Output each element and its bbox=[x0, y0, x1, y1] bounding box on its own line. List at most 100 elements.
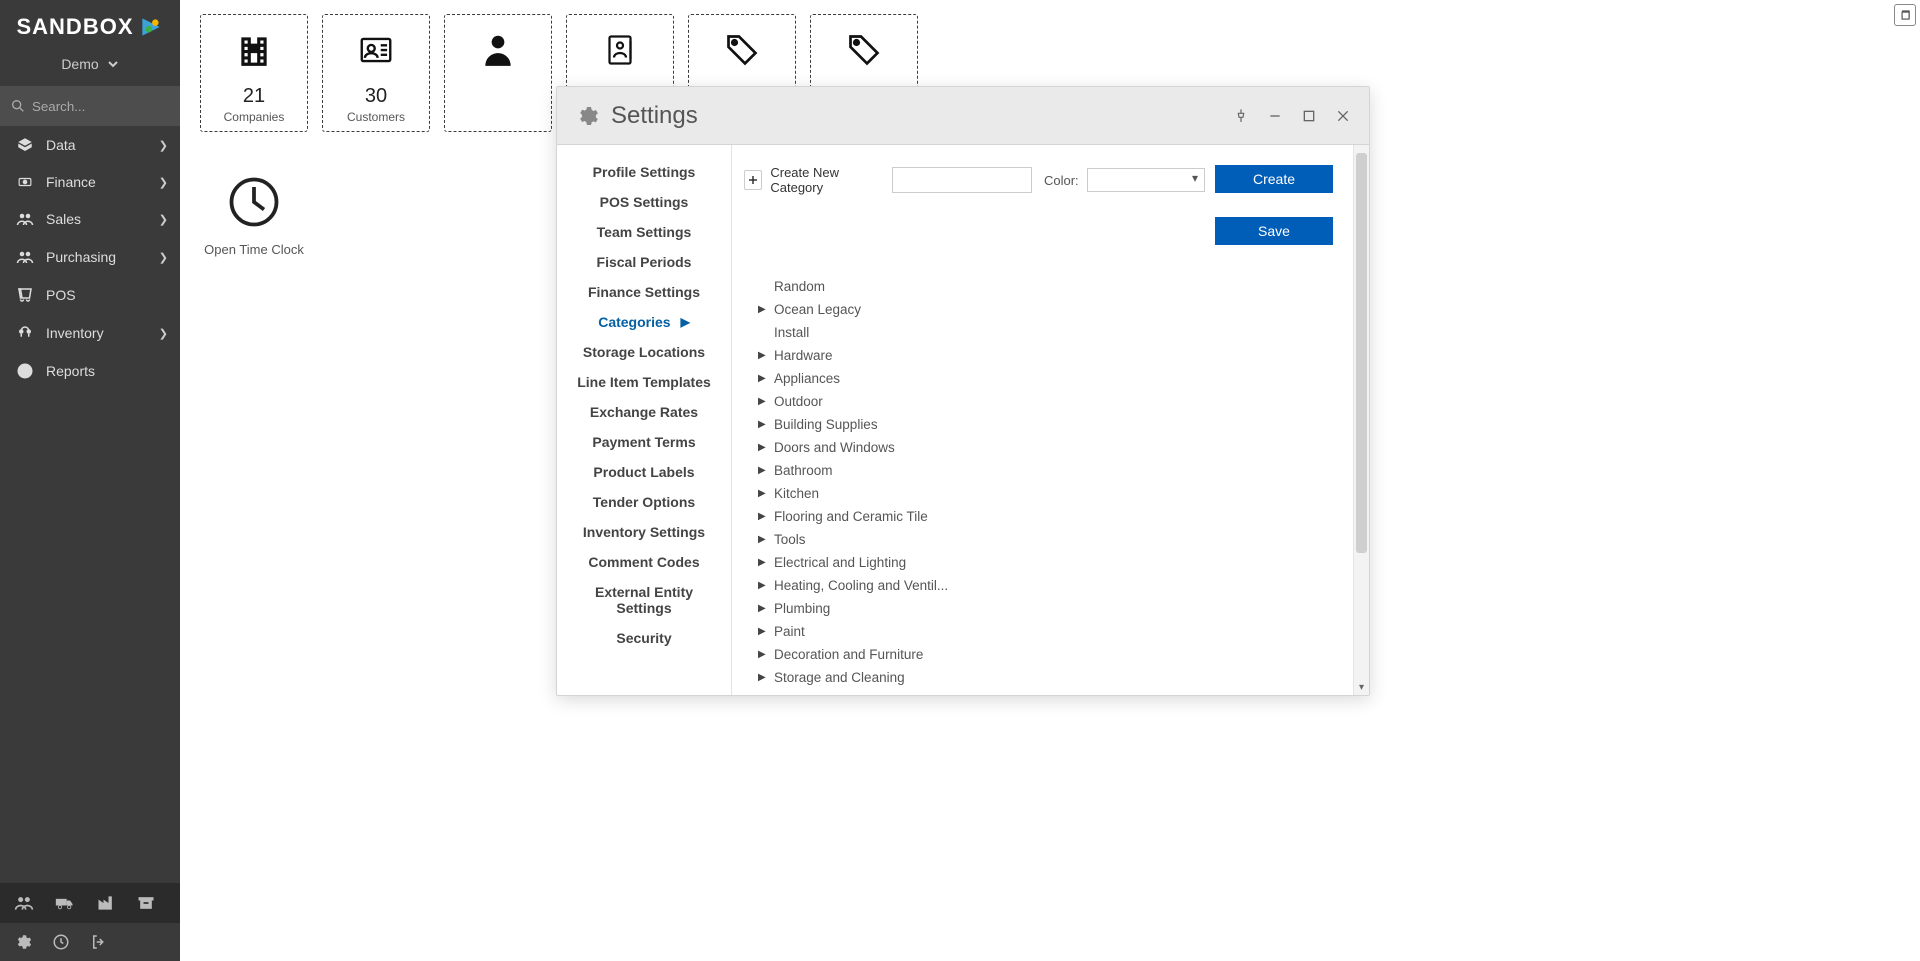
category-name: Appliances bbox=[774, 371, 840, 386]
minimize-icon[interactable] bbox=[1267, 108, 1283, 124]
pin-icon[interactable] bbox=[1233, 108, 1249, 124]
card-label: Companies bbox=[224, 110, 285, 124]
truck-icon[interactable] bbox=[54, 893, 76, 913]
close-icon[interactable] bbox=[1335, 108, 1351, 124]
category-item[interactable]: ▶Outdoor bbox=[744, 390, 1341, 413]
category-item[interactable]: ▶Farm Supplies bbox=[744, 689, 1341, 695]
settings-menu-item[interactable]: Security bbox=[557, 623, 731, 653]
chevron-down-icon bbox=[107, 58, 119, 70]
gear-icon[interactable] bbox=[14, 933, 32, 951]
category-item[interactable]: Random bbox=[744, 275, 1341, 298]
bottom-bar-1 bbox=[0, 883, 180, 923]
category-name: Farm Supplies bbox=[774, 693, 861, 695]
nav-item-sales[interactable]: Sales bbox=[0, 200, 180, 238]
category-name: Tools bbox=[774, 532, 806, 547]
category-name: Doors and Windows bbox=[774, 440, 895, 455]
card-icon bbox=[479, 29, 517, 71]
logout-icon[interactable] bbox=[90, 933, 108, 951]
settings-menu-item[interactable]: Inventory Settings bbox=[557, 517, 731, 547]
nav-item-pos[interactable]: POS bbox=[0, 276, 180, 314]
category-name: Storage and Cleaning bbox=[774, 670, 905, 685]
industry-icon[interactable] bbox=[96, 893, 116, 913]
card-icon bbox=[356, 29, 396, 71]
create-category-label: Create New Category bbox=[770, 165, 884, 195]
settings-menu-item[interactable]: Exchange Rates bbox=[557, 397, 731, 427]
settings-menu-item[interactable]: Storage Locations bbox=[557, 337, 731, 367]
category-item[interactable]: ▶Heating, Cooling and Ventil... bbox=[744, 574, 1341, 597]
scroll-down-icon[interactable]: ▾ bbox=[1354, 682, 1369, 693]
category-item[interactable]: Install bbox=[744, 321, 1341, 344]
category-item[interactable]: ▶Electrical and Lighting bbox=[744, 551, 1341, 574]
category-name: Plumbing bbox=[774, 601, 830, 616]
settings-menu-item[interactable]: Line Item Templates bbox=[557, 367, 731, 397]
save-button[interactable]: Save bbox=[1215, 217, 1333, 245]
expand-icon: ▶ bbox=[758, 465, 768, 476]
nav-label: Sales bbox=[46, 211, 81, 227]
nav-item-inventory[interactable]: Inventory bbox=[0, 314, 180, 352]
modal-body: Profile SettingsPOS SettingsTeam Setting… bbox=[557, 145, 1369, 695]
category-item[interactable]: ▶Kitchen bbox=[744, 482, 1341, 505]
modal-scrollbar[interactable]: ▾ bbox=[1353, 145, 1369, 695]
category-item[interactable]: ▶Hardware bbox=[744, 344, 1341, 367]
expand-icon: ▶ bbox=[758, 626, 768, 637]
settings-menu-item[interactable]: Tender Options bbox=[557, 487, 731, 517]
expand-icon: ▶ bbox=[758, 488, 768, 499]
nav-icon bbox=[14, 286, 36, 304]
settings-menu-item[interactable]: Team Settings bbox=[557, 217, 731, 247]
category-item[interactable]: ▶Storage and Cleaning bbox=[744, 666, 1341, 689]
modal-header: Settings bbox=[557, 87, 1369, 145]
color-select[interactable] bbox=[1087, 168, 1205, 192]
add-category-button[interactable] bbox=[744, 170, 762, 190]
card-icon bbox=[724, 29, 760, 71]
settings-menu-item[interactable]: Profile Settings bbox=[557, 157, 731, 187]
category-item[interactable]: ▶Bathroom bbox=[744, 459, 1341, 482]
category-name: Decoration and Furniture bbox=[774, 647, 923, 662]
settings-content: Create New Category Color: Create Save R… bbox=[732, 145, 1369, 695]
create-category-form: Create New Category Color: Create Save bbox=[744, 165, 1341, 245]
settings-menu-item[interactable]: Product Labels bbox=[557, 457, 731, 487]
nav-item-finance[interactable]: Finance bbox=[0, 164, 180, 200]
settings-menu-item[interactable]: POS Settings bbox=[557, 187, 731, 217]
maximize-icon[interactable] bbox=[1301, 108, 1317, 124]
category-item[interactable]: ▶Tools bbox=[744, 528, 1341, 551]
settings-menu-item[interactable]: Fiscal Periods bbox=[557, 247, 731, 277]
nav-item-reports[interactable]: Reports bbox=[0, 352, 180, 390]
settings-modal: Settings Profile SettingsPOS SettingsTea… bbox=[556, 86, 1370, 696]
archive-icon[interactable] bbox=[136, 893, 156, 913]
category-name: Heating, Cooling and Ventil... bbox=[774, 578, 948, 593]
window-restore-icon[interactable] bbox=[1894, 4, 1916, 26]
settings-menu-item[interactable]: External Entity Settings bbox=[557, 577, 731, 623]
settings-menu-item[interactable]: Comment Codes bbox=[557, 547, 731, 577]
expand-icon: ▶ bbox=[758, 442, 768, 453]
card-number: 21 bbox=[243, 85, 265, 108]
brand: SANDBOX bbox=[0, 0, 180, 50]
scroll-thumb[interactable] bbox=[1356, 153, 1367, 553]
create-button[interactable]: Create bbox=[1215, 165, 1333, 193]
modal-title-text: Settings bbox=[611, 102, 698, 130]
settings-menu-item[interactable]: Categories bbox=[557, 307, 731, 337]
category-item[interactable]: ▶Flooring and Ceramic Tile bbox=[744, 505, 1341, 528]
nav-item-purchasing[interactable]: Purchasing bbox=[0, 238, 180, 276]
nav-label: Reports bbox=[46, 363, 95, 379]
category-name: Electrical and Lighting bbox=[774, 555, 906, 570]
clock-icon[interactable] bbox=[52, 933, 70, 951]
category-item[interactable]: ▶Decoration and Furniture bbox=[744, 643, 1341, 666]
dashboard-card[interactable] bbox=[444, 14, 552, 132]
category-item[interactable]: ▶ Doors and Windows bbox=[744, 436, 1341, 459]
card-label: Customers bbox=[347, 110, 405, 124]
team-icon[interactable] bbox=[14, 893, 34, 913]
category-item[interactable]: ▶Ocean Legacy bbox=[744, 298, 1341, 321]
nav: DataFinance Sales PurchasingPOSInventory Re… bbox=[0, 126, 180, 883]
open-time-clock[interactable]: Open Time Clock bbox=[200, 172, 308, 257]
dashboard-card[interactable]: 21 Companies bbox=[200, 14, 308, 132]
tenant-select[interactable]: Demo bbox=[0, 50, 180, 86]
category-item[interactable]: ▶Paint bbox=[744, 620, 1341, 643]
settings-menu-item[interactable]: Payment Terms bbox=[557, 427, 731, 457]
category-item[interactable]: ▶Appliances bbox=[744, 367, 1341, 390]
nav-item-data[interactable]: Data bbox=[0, 126, 180, 164]
category-item[interactable]: ▶Building Supplies bbox=[744, 413, 1341, 436]
dashboard-card[interactable]: 30Customers bbox=[322, 14, 430, 132]
category-item[interactable]: ▶Plumbing bbox=[744, 597, 1341, 620]
category-name-input[interactable] bbox=[892, 167, 1032, 193]
settings-menu-item[interactable]: Finance Settings bbox=[557, 277, 731, 307]
